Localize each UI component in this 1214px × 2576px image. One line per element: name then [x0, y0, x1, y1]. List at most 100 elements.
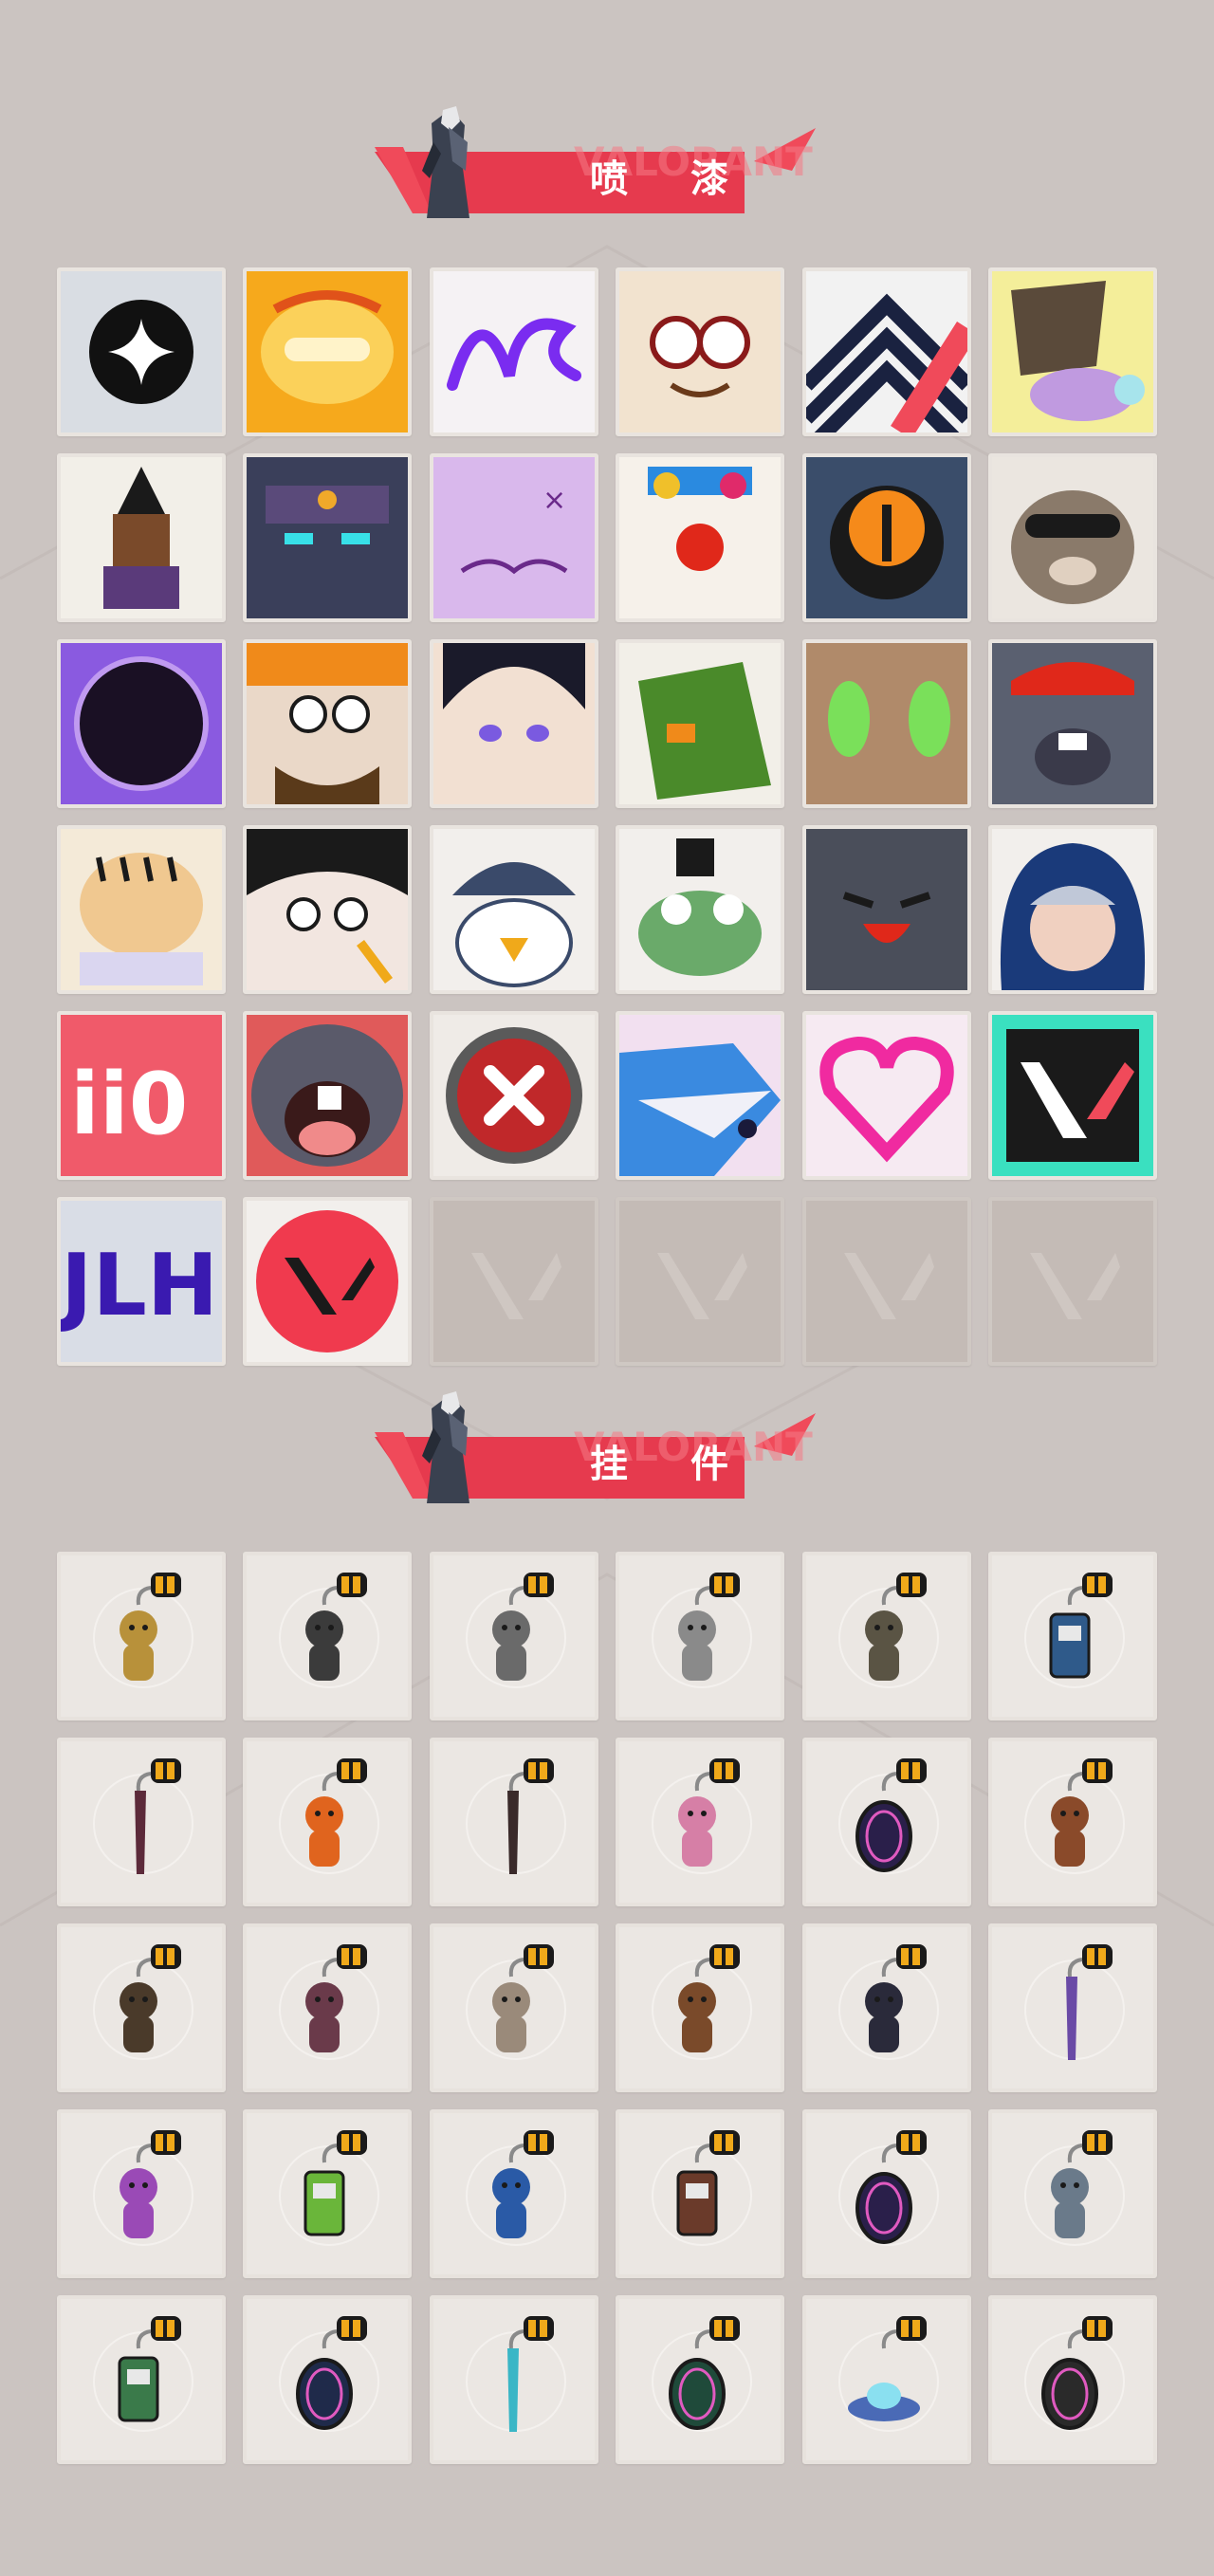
- spray-tile[interactable]: [616, 825, 785, 994]
- svg-text:JLH: JLH: [61, 1236, 218, 1335]
- empty-slot-icon: [843, 1253, 934, 1319]
- buddy-tile[interactable]: [429, 1738, 598, 1906]
- buddy-tile[interactable]: [801, 1552, 971, 1720]
- drone-charm-icon: [305, 1573, 368, 1681]
- spray-tile[interactable]: [801, 825, 971, 994]
- spray-tile[interactable]: [243, 1011, 413, 1180]
- buddy-tile[interactable]: [801, 2295, 971, 2464]
- astronaut-charm-icon: [491, 2130, 554, 2238]
- spray-grid: × ii0 JLH: [57, 267, 1157, 1366]
- cupcake-charm-icon: [678, 1758, 741, 1867]
- pixel-agent-icon: [61, 457, 222, 618]
- agent-figure-icon: [422, 106, 469, 218]
- buddy-tile[interactable]: [57, 2109, 226, 2278]
- spray-tile[interactable]: [57, 267, 226, 436]
- spray-tile[interactable]: [987, 825, 1157, 994]
- empty-spray-slot[interactable]: [801, 1197, 971, 1366]
- buddy-tile[interactable]: [429, 1923, 598, 2092]
- spray-tile[interactable]: [57, 825, 226, 994]
- spray-tile[interactable]: [243, 267, 413, 436]
- empty-spray-slot[interactable]: [616, 1197, 785, 1366]
- bear-charm-icon: [1050, 1758, 1113, 1867]
- buddy-tile[interactable]: [801, 1738, 971, 1906]
- void-orb-icon: [61, 643, 222, 804]
- spray-tile[interactable]: [243, 639, 413, 808]
- buddy-tile[interactable]: [243, 1552, 413, 1720]
- buddy-tile[interactable]: [616, 1552, 785, 1720]
- spray-tile[interactable]: [987, 453, 1157, 622]
- frog-hat-icon: [619, 829, 782, 990]
- buddy-tile[interactable]: [243, 1923, 413, 2092]
- chevron-stripes-icon: [805, 271, 967, 432]
- spray-tile[interactable]: [616, 639, 785, 808]
- buddy-tile[interactable]: [616, 1923, 785, 2092]
- spray-tile[interactable]: [801, 267, 971, 436]
- spray-tile[interactable]: [987, 267, 1157, 436]
- robot-girl-charm-icon: [1050, 2130, 1113, 2238]
- green-eyes-icon: [805, 643, 967, 804]
- spray-tile[interactable]: [987, 1011, 1157, 1180]
- spray-tile[interactable]: [429, 825, 598, 994]
- star-emblem-icon: [61, 271, 222, 432]
- buddy-tile[interactable]: [987, 2109, 1157, 2278]
- spray-tile[interactable]: [243, 825, 413, 994]
- spray-tile[interactable]: ×: [429, 453, 598, 622]
- spray-tile[interactable]: [616, 1011, 785, 1180]
- ep9-badge-charm-icon: [855, 2130, 927, 2244]
- spray-tile[interactable]: [57, 639, 226, 808]
- buddy-tile[interactable]: [57, 1923, 226, 2092]
- buddy-tile[interactable]: [243, 1738, 413, 1906]
- spray-tile[interactable]: [616, 453, 785, 622]
- spray-tile[interactable]: JLH: [57, 1197, 226, 1366]
- spray-tile[interactable]: [57, 453, 226, 622]
- buddy-tile[interactable]: [987, 2295, 1157, 2464]
- buddy-tile[interactable]: [57, 2295, 226, 2464]
- buddies-section-header: VALORANT 挂 件: [375, 1389, 820, 1513]
- buddy-tile[interactable]: [243, 2109, 413, 2278]
- spray-tile[interactable]: [801, 1011, 971, 1180]
- lava-lamp-charm-icon: [120, 2130, 181, 2238]
- spray-tile[interactable]: [243, 453, 413, 622]
- buddy-tile[interactable]: [987, 1738, 1157, 1906]
- red-x-icon: [432, 1015, 595, 1176]
- buddy-tile[interactable]: [429, 2295, 598, 2464]
- buddy-tile[interactable]: [616, 2109, 785, 2278]
- spray-tile[interactable]: [801, 639, 971, 808]
- buddy-tile[interactable]: [987, 1552, 1157, 1720]
- spray-tile[interactable]: [243, 1197, 413, 1366]
- buddy-tile[interactable]: [243, 2295, 413, 2464]
- v-medallion-charm-icon: [1040, 2316, 1113, 2430]
- buddy-tile[interactable]: [429, 2109, 598, 2278]
- svg-text:ii0: ii0: [70, 1055, 188, 1154]
- soda-can-charm-icon: [118, 2316, 181, 2422]
- empty-slot-icon: [657, 1253, 748, 1319]
- spray-tile[interactable]: [801, 453, 971, 622]
- armored-cat-charm-icon: [678, 1573, 741, 1681]
- pager-charm-icon: [304, 2130, 368, 2236]
- buddy-tile[interactable]: [57, 1552, 226, 1720]
- buddy-grid: [57, 1552, 1157, 2464]
- buddy-tile[interactable]: [801, 2109, 971, 2278]
- section-title: 喷 漆: [590, 157, 753, 201]
- empty-spray-slot[interactable]: [429, 1197, 598, 1366]
- goggles-cat-icon: [619, 271, 782, 432]
- hooded-agent-icon: [991, 829, 1153, 990]
- empty-spray-slot[interactable]: [987, 1197, 1157, 1366]
- spray-tile[interactable]: [616, 267, 785, 436]
- spray-tile[interactable]: [429, 639, 598, 808]
- red-valorant-icon: [247, 1201, 409, 1362]
- grey-creature-icon: [805, 829, 967, 990]
- buddy-tile[interactable]: [429, 1552, 598, 1720]
- spray-tile[interactable]: [429, 1011, 598, 1180]
- spray-tile[interactable]: [429, 267, 598, 436]
- bandana-guy-icon: [247, 643, 409, 804]
- spray-tile[interactable]: ii0: [57, 1011, 226, 1180]
- buddy-tile[interactable]: [616, 1738, 785, 1906]
- buddy-tile[interactable]: [801, 1923, 971, 2092]
- buddy-tile[interactable]: [57, 1738, 226, 1906]
- anime-boy-icon: [432, 643, 595, 804]
- turret-charm-icon: [120, 1944, 181, 2052]
- buddy-tile[interactable]: [987, 1923, 1157, 2092]
- spray-tile[interactable]: [987, 639, 1157, 808]
- buddy-tile[interactable]: [616, 2295, 785, 2464]
